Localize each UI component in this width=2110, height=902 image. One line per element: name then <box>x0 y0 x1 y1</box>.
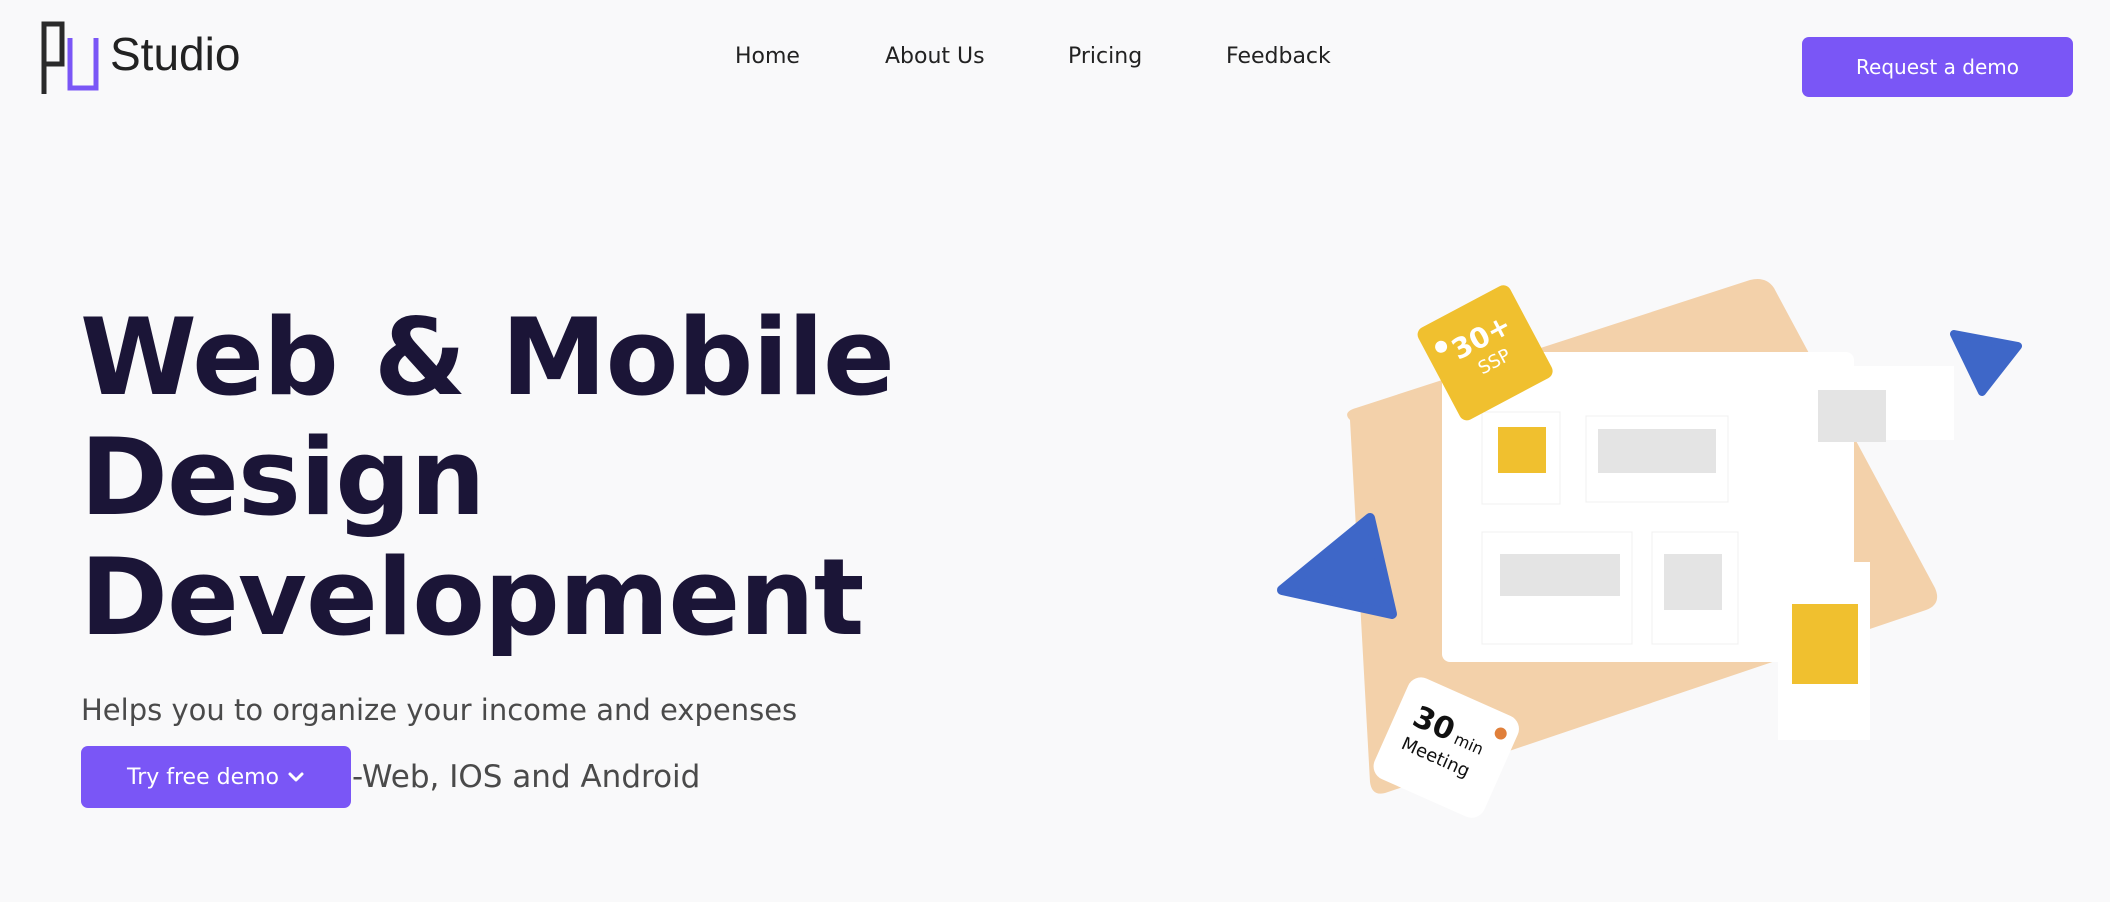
grey-block <box>1664 554 1722 610</box>
yellow-block <box>1498 427 1546 473</box>
grey-block <box>1818 390 1886 442</box>
hero-subtitle: Helps you to organize your income and ex… <box>81 693 798 727</box>
hero-illustration: 30+ SSP 30 min Meeting <box>1270 270 2030 830</box>
try-free-demo-button[interactable]: Try free demo <box>81 746 351 808</box>
nav-pricing-link[interactable]: Pricing <box>1068 44 1142 69</box>
request-demo-button[interactable]: Request a demo <box>1802 37 2073 97</box>
hero-title-line: Web & Mobile <box>80 296 895 419</box>
hero-title-line: Design <box>80 416 486 539</box>
hero-title-line: Development <box>80 536 864 659</box>
logo-mark-icon <box>41 21 99 94</box>
nav-about-us-link[interactable]: About Us <box>885 44 985 69</box>
nav-home-link[interactable]: Home <box>735 44 800 69</box>
logo[interactable]: Studio <box>40 20 240 96</box>
blue-triangle-left <box>1277 513 1397 619</box>
hero-title: Web & Mobile Design Development <box>80 296 895 659</box>
logo-text: Studio <box>110 28 241 80</box>
yellow-block <box>1792 604 1858 684</box>
platforms-text: -Web, IOS and Android <box>352 759 701 795</box>
blue-triangle-right <box>1950 330 2022 396</box>
chevron-down-icon <box>288 772 304 782</box>
try-free-demo-label: Try free demo <box>126 764 280 790</box>
grey-block <box>1500 554 1620 596</box>
grey-block <box>1598 429 1716 473</box>
nav-feedback-link[interactable]: Feedback <box>1226 44 1331 69</box>
hero-illustration-graphic: 30+ SSP 30 min Meeting <box>1277 279 2022 818</box>
